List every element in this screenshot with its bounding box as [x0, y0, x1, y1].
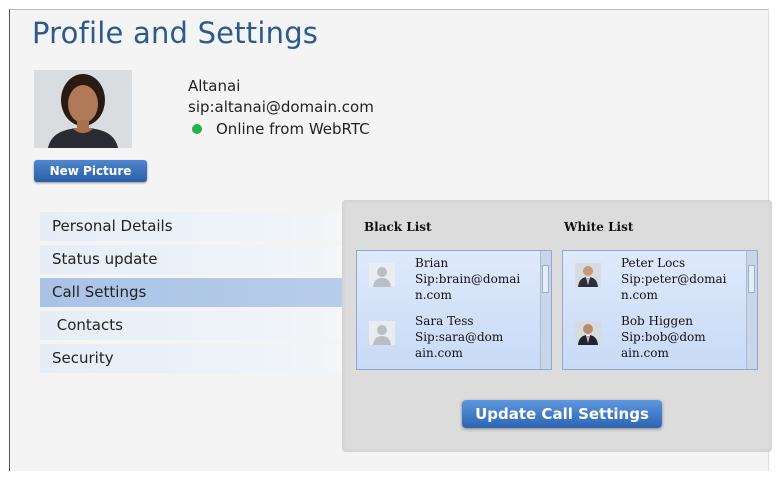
user-sip-address: sip:altanai@domain.com [188, 98, 374, 116]
user-status-text: Online from WebRTC [216, 120, 370, 138]
menu-item-personal-details[interactable]: Personal Details [40, 212, 344, 241]
black-list-box[interactable]: Brian Sip:brain@domai n.com Sara Tess Si… [356, 250, 552, 370]
user-status: Online from WebRTC [192, 120, 370, 138]
page-title: Profile and Settings [32, 16, 319, 50]
online-status-dot-icon [192, 124, 202, 134]
avatar [34, 70, 132, 148]
contact-sip: Sip:brain@domai [415, 272, 521, 286]
call-settings-panel: Black List White List Brian Sip:brain@do… [342, 200, 772, 452]
white-list-title: White List [564, 220, 634, 234]
contact-sip-cont: ain.com [621, 346, 669, 360]
settings-menu: Personal Details Status update Call Sett… [40, 212, 344, 377]
menu-item-security[interactable]: Security [40, 344, 344, 373]
person-photo-icon [575, 263, 601, 287]
user-name: Altanai [188, 77, 241, 95]
contact-name: Bob Higgen [621, 314, 694, 328]
person-placeholder-icon [369, 321, 395, 345]
update-call-settings-button[interactable]: Update Call Settings [462, 400, 662, 428]
contact-name: Brian [415, 256, 449, 270]
contact-sip: Sip:bob@dom [621, 330, 706, 344]
contact-sip-cont: n.com [621, 288, 658, 302]
scrollbar-thumb[interactable] [542, 265, 549, 293]
menu-item-contacts[interactable]: Contacts [40, 311, 344, 340]
person-photo-icon [575, 321, 601, 345]
contact-sip: Sip:sara@dom [415, 330, 504, 344]
menu-item-status-update[interactable]: Status update [40, 245, 344, 274]
contact-sip: Sip:peter@domai [621, 272, 727, 286]
menu-item-call-settings[interactable]: Call Settings [40, 278, 344, 307]
black-list-title: Black List [364, 220, 432, 234]
scrollbar-thumb[interactable] [748, 265, 755, 293]
new-picture-button[interactable]: New Picture [34, 160, 147, 182]
contact-sip-cont: ain.com [415, 346, 463, 360]
contact-name: Sara Tess [415, 314, 474, 328]
white-list-box[interactable]: Peter Locs Sip:peter@domai n.com Bob Hig… [562, 250, 758, 370]
contact-name: Peter Locs [621, 256, 686, 270]
contact-sip-cont: n.com [415, 288, 452, 302]
white-list-scrollbar[interactable] [746, 251, 757, 369]
black-list-scrollbar[interactable] [540, 251, 551, 369]
person-placeholder-icon [369, 263, 395, 287]
